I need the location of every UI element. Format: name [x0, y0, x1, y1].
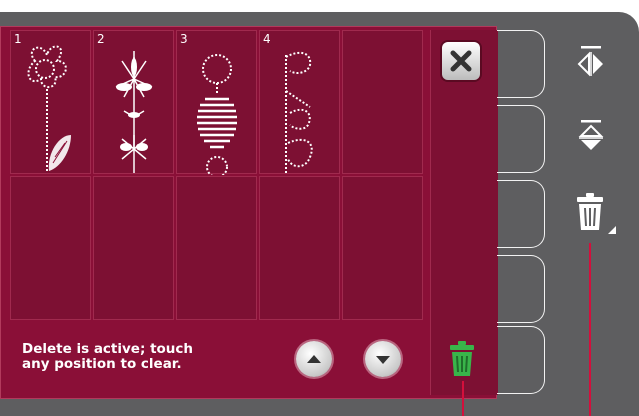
- callout-line: [589, 243, 591, 416]
- delete-button[interactable]: [574, 192, 620, 236]
- scroll-down-button[interactable]: [365, 341, 401, 377]
- stitch-cell-10[interactable]: [342, 176, 423, 320]
- side-tab-3[interactable]: [497, 180, 545, 248]
- stitch-cell-1[interactable]: 1: [10, 30, 91, 174]
- stitch-cell-3[interactable]: 3: [176, 30, 257, 175]
- stitch-cell-2[interactable]: 2: [93, 30, 174, 174]
- mirror-end-to-end-icon: [578, 120, 604, 150]
- stitch-sequence-grid: 1 2 3 4: [10, 30, 425, 320]
- stitch-cell-8[interactable]: [176, 176, 257, 320]
- arrow-down-icon: [376, 356, 390, 364]
- trash-icon: [450, 341, 474, 376]
- letters-stitch-icon: [285, 51, 313, 173]
- stitch-cell-5[interactable]: [342, 30, 423, 174]
- sequence-window: 1 2 3 4 Delete is active; touch any posi…: [0, 0, 639, 416]
- arrow-up-icon: [307, 355, 321, 363]
- scroll-up-button[interactable]: [296, 341, 332, 377]
- delete-active-button[interactable]: [446, 338, 478, 378]
- callout-line: [462, 381, 464, 416]
- mirror-side-to-side-icon: [577, 46, 603, 77]
- close-button[interactable]: [442, 42, 480, 80]
- trash-icon: [577, 193, 616, 234]
- delete-status-message: Delete is active; touch any position to …: [22, 341, 194, 372]
- beads-stitch-icon: [197, 54, 237, 175]
- stitch-cell-7[interactable]: [93, 176, 174, 320]
- mirror-side-to-side-button[interactable]: [575, 44, 607, 80]
- flower-stitch-icon: [27, 45, 71, 173]
- mirror-end-to-end-button[interactable]: [576, 118, 606, 158]
- side-tab-1[interactable]: [497, 30, 545, 98]
- close-icon: [450, 50, 472, 72]
- side-tab-5[interactable]: [497, 326, 545, 394]
- side-tab-4[interactable]: [497, 255, 545, 323]
- stitch-cell-9[interactable]: [259, 176, 340, 320]
- stitch-cell-4[interactable]: 4: [259, 30, 340, 174]
- stitch-cell-6[interactable]: [10, 176, 91, 320]
- side-tab-2[interactable]: [497, 105, 545, 173]
- snowflake-stitch-icon: [115, 51, 153, 173]
